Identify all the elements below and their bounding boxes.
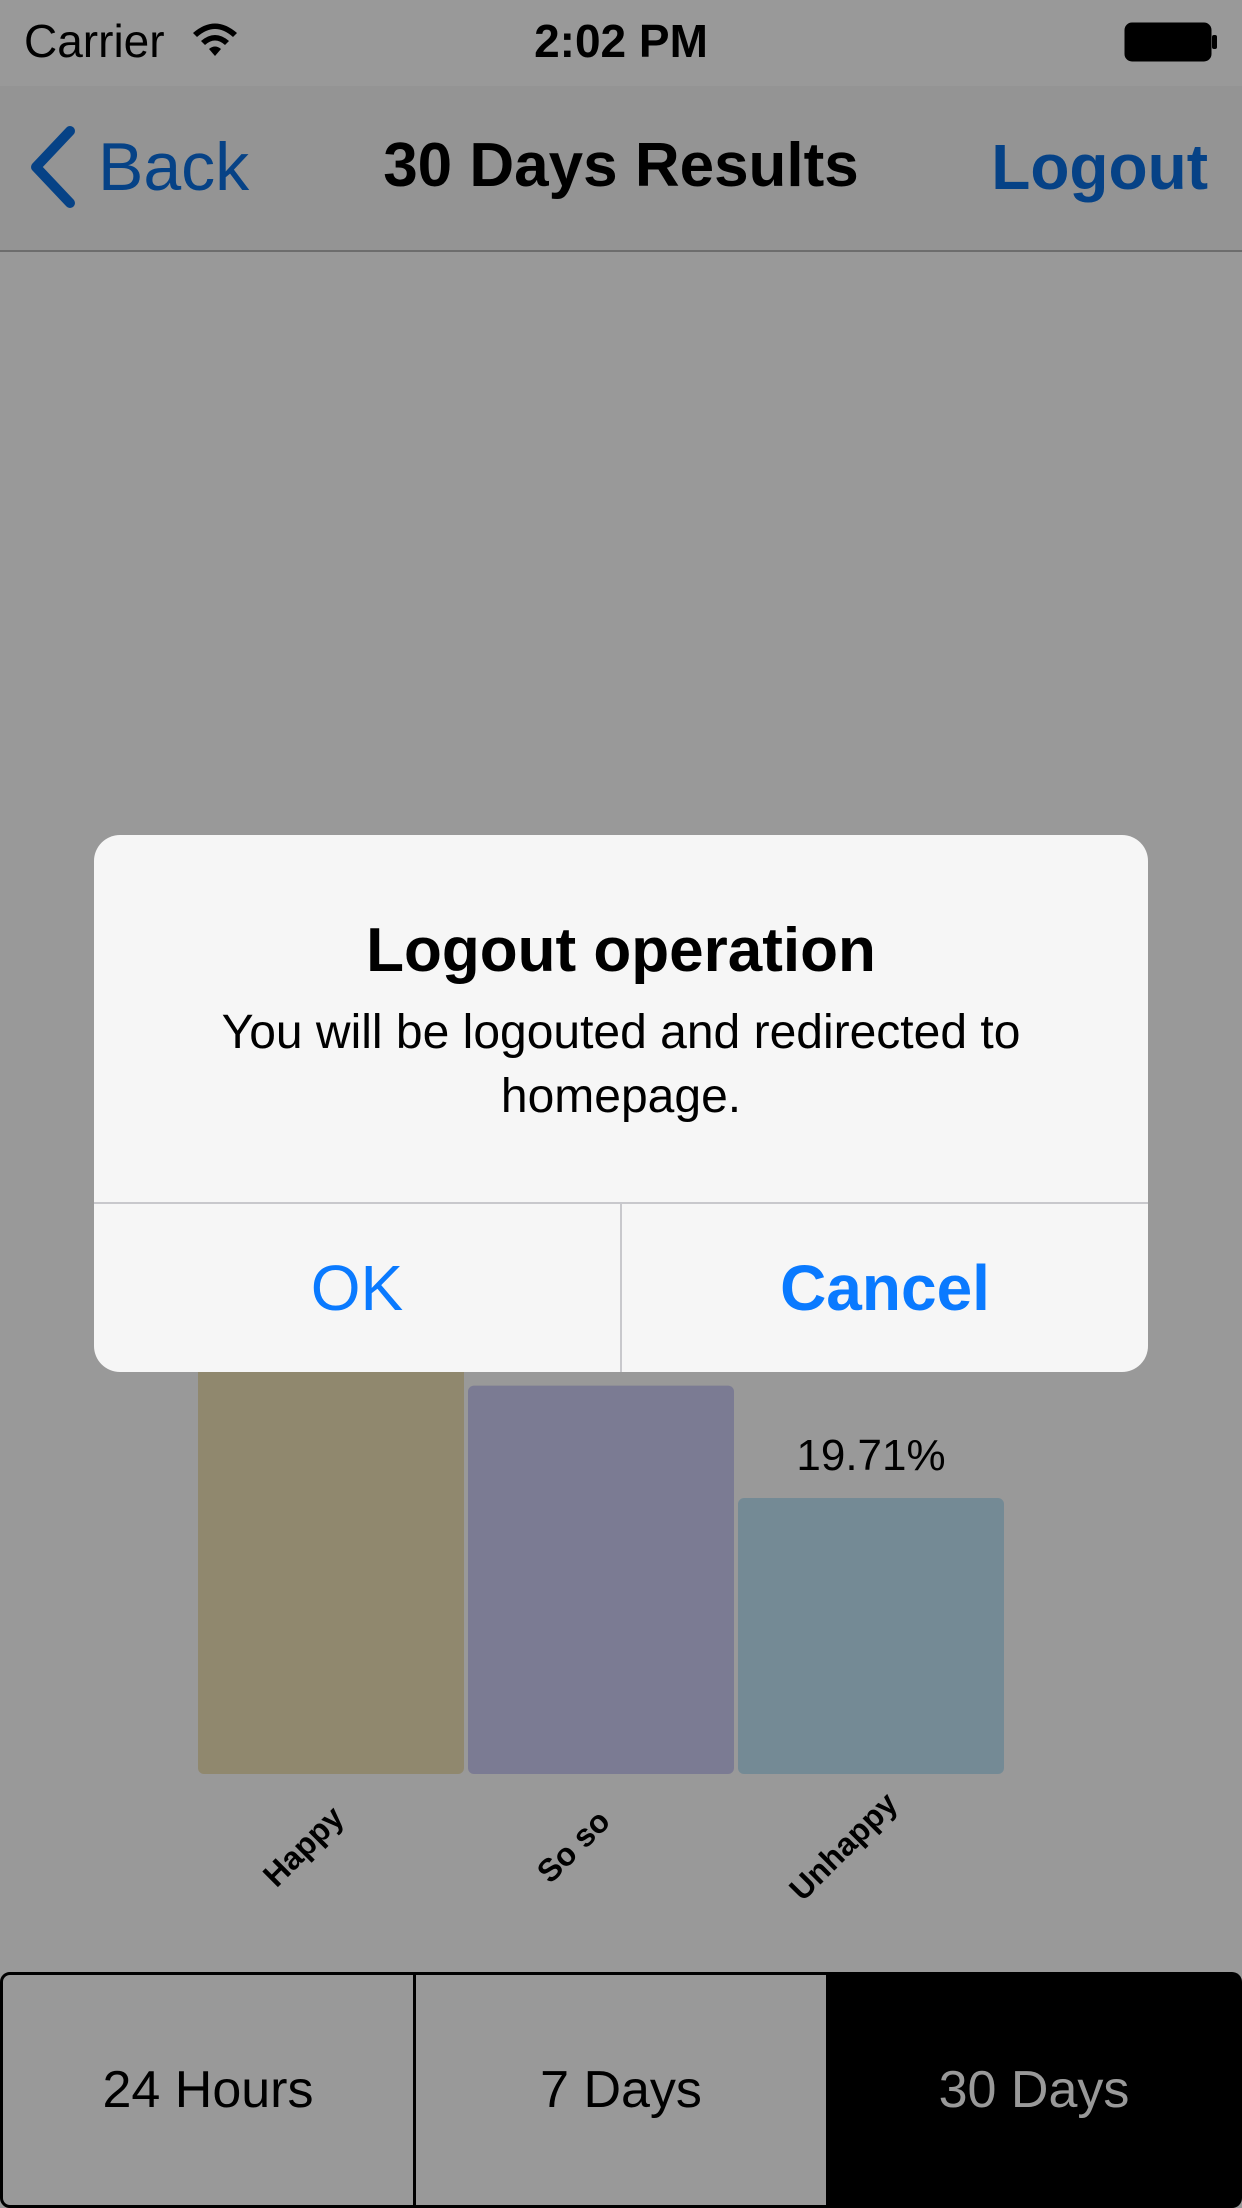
alert-message: You will be logouted and redirected to h… [221, 1006, 1021, 1123]
alert-title: Logout operation [366, 916, 876, 985]
ok-button[interactable]: OK [94, 1204, 620, 1372]
logout-alert-dialog: Logout operation You will be logouted an… [94, 835, 1148, 1372]
cancel-button[interactable]: Cancel [622, 1204, 1148, 1372]
